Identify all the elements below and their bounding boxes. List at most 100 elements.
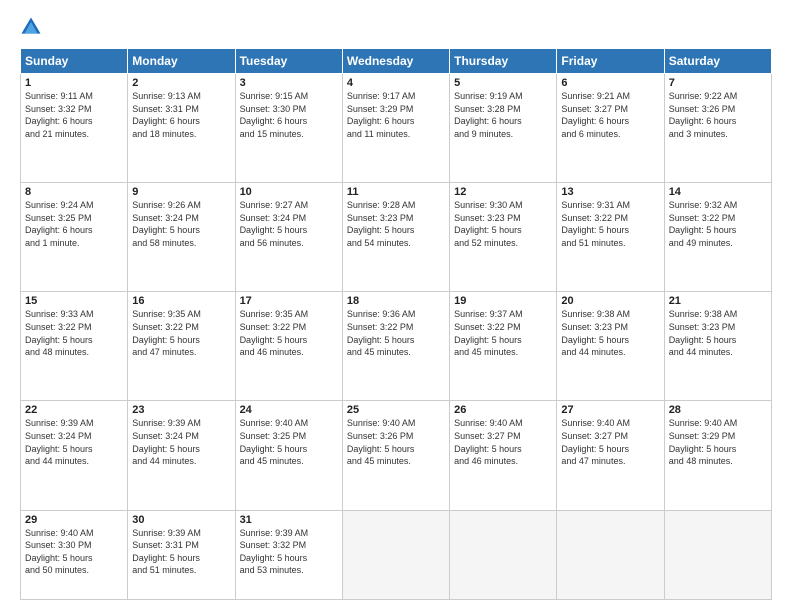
day-number: 15 — [25, 295, 123, 307]
day-number: 29 — [25, 514, 123, 526]
calendar-cell — [342, 510, 449, 599]
day-number: 5 — [454, 77, 552, 89]
calendar-cell: 9Sunrise: 9:26 AM Sunset: 3:24 PM Daylig… — [128, 183, 235, 292]
day-info: Sunrise: 9:40 AM Sunset: 3:25 PM Dayligh… — [240, 417, 338, 467]
day-number: 23 — [132, 404, 230, 416]
calendar-cell: 24Sunrise: 9:40 AM Sunset: 3:25 PM Dayli… — [235, 401, 342, 510]
day-number: 9 — [132, 186, 230, 198]
calendar-cell: 1Sunrise: 9:11 AM Sunset: 3:32 PM Daylig… — [21, 74, 128, 183]
day-number: 8 — [25, 186, 123, 198]
day-info: Sunrise: 9:39 AM Sunset: 3:24 PM Dayligh… — [25, 417, 123, 467]
weekday-tuesday: Tuesday — [235, 49, 342, 74]
day-info: Sunrise: 9:38 AM Sunset: 3:23 PM Dayligh… — [561, 308, 659, 358]
day-number: 28 — [669, 404, 767, 416]
calendar: SundayMondayTuesdayWednesdayThursdayFrid… — [20, 48, 772, 600]
calendar-week-2: 8Sunrise: 9:24 AM Sunset: 3:25 PM Daylig… — [21, 183, 772, 292]
day-info: Sunrise: 9:21 AM Sunset: 3:27 PM Dayligh… — [561, 90, 659, 140]
day-number: 31 — [240, 514, 338, 526]
calendar-cell — [664, 510, 771, 599]
logo — [20, 16, 46, 38]
calendar-cell: 20Sunrise: 9:38 AM Sunset: 3:23 PM Dayli… — [557, 292, 664, 401]
calendar-cell: 16Sunrise: 9:35 AM Sunset: 3:22 PM Dayli… — [128, 292, 235, 401]
calendar-week-5: 29Sunrise: 9:40 AM Sunset: 3:30 PM Dayli… — [21, 510, 772, 599]
calendar-cell: 26Sunrise: 9:40 AM Sunset: 3:27 PM Dayli… — [450, 401, 557, 510]
calendar-cell — [557, 510, 664, 599]
calendar-cell: 31Sunrise: 9:39 AM Sunset: 3:32 PM Dayli… — [235, 510, 342, 599]
calendar-cell: 5Sunrise: 9:19 AM Sunset: 3:28 PM Daylig… — [450, 74, 557, 183]
day-info: Sunrise: 9:31 AM Sunset: 3:22 PM Dayligh… — [561, 199, 659, 249]
day-number: 3 — [240, 77, 338, 89]
calendar-cell: 17Sunrise: 9:35 AM Sunset: 3:22 PM Dayli… — [235, 292, 342, 401]
day-info: Sunrise: 9:36 AM Sunset: 3:22 PM Dayligh… — [347, 308, 445, 358]
day-number: 26 — [454, 404, 552, 416]
day-number: 30 — [132, 514, 230, 526]
calendar-cell: 29Sunrise: 9:40 AM Sunset: 3:30 PM Dayli… — [21, 510, 128, 599]
day-number: 10 — [240, 186, 338, 198]
day-number: 11 — [347, 186, 445, 198]
weekday-sunday: Sunday — [21, 49, 128, 74]
day-info: Sunrise: 9:40 AM Sunset: 3:27 PM Dayligh… — [561, 417, 659, 467]
calendar-cell: 10Sunrise: 9:27 AM Sunset: 3:24 PM Dayli… — [235, 183, 342, 292]
day-info: Sunrise: 9:39 AM Sunset: 3:24 PM Dayligh… — [132, 417, 230, 467]
calendar-cell: 6Sunrise: 9:21 AM Sunset: 3:27 PM Daylig… — [557, 74, 664, 183]
calendar-week-1: 1Sunrise: 9:11 AM Sunset: 3:32 PM Daylig… — [21, 74, 772, 183]
calendar-cell: 7Sunrise: 9:22 AM Sunset: 3:26 PM Daylig… — [664, 74, 771, 183]
day-info: Sunrise: 9:13 AM Sunset: 3:31 PM Dayligh… — [132, 90, 230, 140]
calendar-cell: 13Sunrise: 9:31 AM Sunset: 3:22 PM Dayli… — [557, 183, 664, 292]
weekday-wednesday: Wednesday — [342, 49, 449, 74]
day-number: 24 — [240, 404, 338, 416]
day-info: Sunrise: 9:35 AM Sunset: 3:22 PM Dayligh… — [240, 308, 338, 358]
header — [20, 16, 772, 38]
day-number: 25 — [347, 404, 445, 416]
day-number: 7 — [669, 77, 767, 89]
day-info: Sunrise: 9:40 AM Sunset: 3:29 PM Dayligh… — [669, 417, 767, 467]
calendar-cell: 30Sunrise: 9:39 AM Sunset: 3:31 PM Dayli… — [128, 510, 235, 599]
calendar-cell: 3Sunrise: 9:15 AM Sunset: 3:30 PM Daylig… — [235, 74, 342, 183]
day-info: Sunrise: 9:35 AM Sunset: 3:22 PM Dayligh… — [132, 308, 230, 358]
calendar-cell: 8Sunrise: 9:24 AM Sunset: 3:25 PM Daylig… — [21, 183, 128, 292]
day-info: Sunrise: 9:33 AM Sunset: 3:22 PM Dayligh… — [25, 308, 123, 358]
day-number: 2 — [132, 77, 230, 89]
day-info: Sunrise: 9:39 AM Sunset: 3:32 PM Dayligh… — [240, 527, 338, 577]
calendar-cell: 11Sunrise: 9:28 AM Sunset: 3:23 PM Dayli… — [342, 183, 449, 292]
weekday-saturday: Saturday — [664, 49, 771, 74]
calendar-week-3: 15Sunrise: 9:33 AM Sunset: 3:22 PM Dayli… — [21, 292, 772, 401]
day-info: Sunrise: 9:22 AM Sunset: 3:26 PM Dayligh… — [669, 90, 767, 140]
calendar-cell: 4Sunrise: 9:17 AM Sunset: 3:29 PM Daylig… — [342, 74, 449, 183]
weekday-friday: Friday — [557, 49, 664, 74]
day-number: 14 — [669, 186, 767, 198]
calendar-cell — [450, 510, 557, 599]
day-number: 6 — [561, 77, 659, 89]
day-number: 16 — [132, 295, 230, 307]
day-number: 27 — [561, 404, 659, 416]
day-number: 4 — [347, 77, 445, 89]
day-info: Sunrise: 9:32 AM Sunset: 3:22 PM Dayligh… — [669, 199, 767, 249]
calendar-cell: 27Sunrise: 9:40 AM Sunset: 3:27 PM Dayli… — [557, 401, 664, 510]
day-number: 17 — [240, 295, 338, 307]
day-info: Sunrise: 9:24 AM Sunset: 3:25 PM Dayligh… — [25, 199, 123, 249]
calendar-cell: 2Sunrise: 9:13 AM Sunset: 3:31 PM Daylig… — [128, 74, 235, 183]
day-info: Sunrise: 9:40 AM Sunset: 3:30 PM Dayligh… — [25, 527, 123, 577]
calendar-cell: 21Sunrise: 9:38 AM Sunset: 3:23 PM Dayli… — [664, 292, 771, 401]
calendar-body: 1Sunrise: 9:11 AM Sunset: 3:32 PM Daylig… — [21, 74, 772, 600]
page: SundayMondayTuesdayWednesdayThursdayFrid… — [0, 0, 792, 612]
day-info: Sunrise: 9:17 AM Sunset: 3:29 PM Dayligh… — [347, 90, 445, 140]
calendar-cell: 28Sunrise: 9:40 AM Sunset: 3:29 PM Dayli… — [664, 401, 771, 510]
day-info: Sunrise: 9:39 AM Sunset: 3:31 PM Dayligh… — [132, 527, 230, 577]
weekday-row: SundayMondayTuesdayWednesdayThursdayFrid… — [21, 49, 772, 74]
day-info: Sunrise: 9:28 AM Sunset: 3:23 PM Dayligh… — [347, 199, 445, 249]
calendar-cell: 12Sunrise: 9:30 AM Sunset: 3:23 PM Dayli… — [450, 183, 557, 292]
calendar-cell: 15Sunrise: 9:33 AM Sunset: 3:22 PM Dayli… — [21, 292, 128, 401]
weekday-thursday: Thursday — [450, 49, 557, 74]
day-info: Sunrise: 9:11 AM Sunset: 3:32 PM Dayligh… — [25, 90, 123, 140]
logo-icon — [20, 16, 42, 38]
calendar-cell: 23Sunrise: 9:39 AM Sunset: 3:24 PM Dayli… — [128, 401, 235, 510]
calendar-cell: 19Sunrise: 9:37 AM Sunset: 3:22 PM Dayli… — [450, 292, 557, 401]
day-number: 13 — [561, 186, 659, 198]
day-number: 18 — [347, 295, 445, 307]
day-number: 21 — [669, 295, 767, 307]
day-info: Sunrise: 9:15 AM Sunset: 3:30 PM Dayligh… — [240, 90, 338, 140]
calendar-cell: 14Sunrise: 9:32 AM Sunset: 3:22 PM Dayli… — [664, 183, 771, 292]
day-info: Sunrise: 9:27 AM Sunset: 3:24 PM Dayligh… — [240, 199, 338, 249]
day-info: Sunrise: 9:37 AM Sunset: 3:22 PM Dayligh… — [454, 308, 552, 358]
